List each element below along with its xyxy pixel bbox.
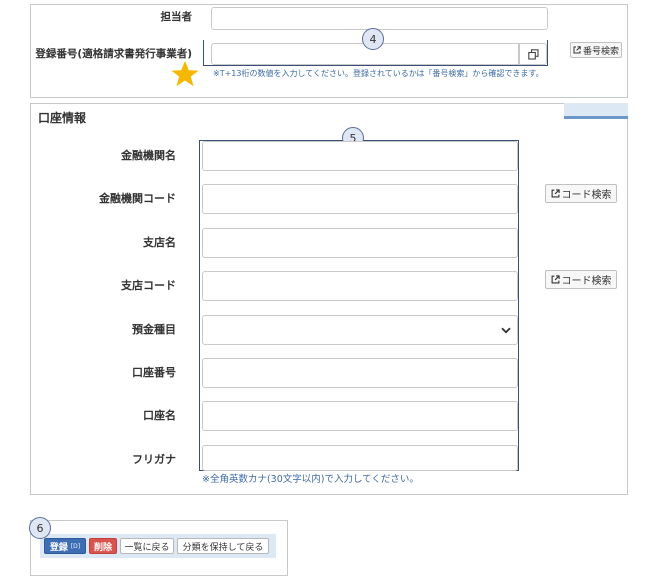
copy-button[interactable] (519, 43, 547, 65)
account-name-input[interactable] (202, 401, 518, 431)
account-number-input[interactable] (202, 358, 518, 388)
external-link-icon (573, 46, 581, 54)
branch-code-label: 支店コード (121, 279, 176, 292)
bank-code-input[interactable] (202, 184, 518, 214)
bank-name-input[interactable] (202, 141, 518, 171)
deposit-type-select[interactable] (202, 315, 518, 345)
toroku-note: ※T+13桁の数値を入力してください。登録されているかは「番号検索」から確認でき… (213, 69, 544, 78)
deposit-type-label: 預金種目 (132, 323, 176, 336)
account-name-label: 口座名 (143, 409, 176, 422)
chevron-down-icon (501, 327, 511, 333)
register-button[interactable]: 登録 [D] (44, 538, 86, 554)
register-label: 登録 (49, 542, 68, 553)
bank-code-search-label: コード検索 (561, 190, 612, 201)
back-keep-category-button[interactable]: 分類を保持して戻る (177, 538, 269, 554)
step-badge-6: 6 (29, 517, 51, 539)
tanto-label: 担当者 (160, 11, 193, 23)
back-to-list-button[interactable]: 一覧に戻る (120, 538, 174, 554)
bank-code-search-button[interactable]: コード検索 (545, 184, 617, 203)
bank-code-label: 金融機関コード (99, 192, 176, 205)
section-tab-decoration (564, 103, 628, 119)
number-search-button[interactable]: 番号検索 (570, 42, 622, 58)
bank-name-label: 金融機関名 (121, 149, 176, 162)
copy-icon (527, 48, 539, 60)
branch-code-search-label: コード検索 (561, 276, 612, 287)
branch-name-label: 支店名 (143, 236, 176, 249)
number-search-label: 番号検索 (582, 46, 619, 57)
bank-section-title: 口座情報 (38, 111, 87, 125)
branch-code-search-button[interactable]: コード検索 (545, 270, 617, 289)
register-shortcut: [D] (70, 542, 81, 550)
furigana-input[interactable] (202, 445, 518, 471)
branch-name-input[interactable] (202, 228, 518, 258)
furigana-label: フリガナ (132, 453, 176, 466)
toroku-label: 登録番号(適格請求書発行事業者) (35, 48, 192, 60)
external-link-icon (551, 275, 560, 284)
kana-note: ※全角英数カナ(30文字以内)で入力してください。 (202, 474, 419, 485)
tanto-input[interactable] (211, 7, 548, 30)
star-icon (171, 61, 199, 87)
delete-button[interactable]: 削除 (89, 538, 117, 554)
account-number-label: 口座番号 (132, 366, 176, 379)
external-link-icon (551, 189, 560, 198)
branch-code-input[interactable] (202, 271, 518, 301)
step-badge-4: 4 (362, 28, 384, 50)
